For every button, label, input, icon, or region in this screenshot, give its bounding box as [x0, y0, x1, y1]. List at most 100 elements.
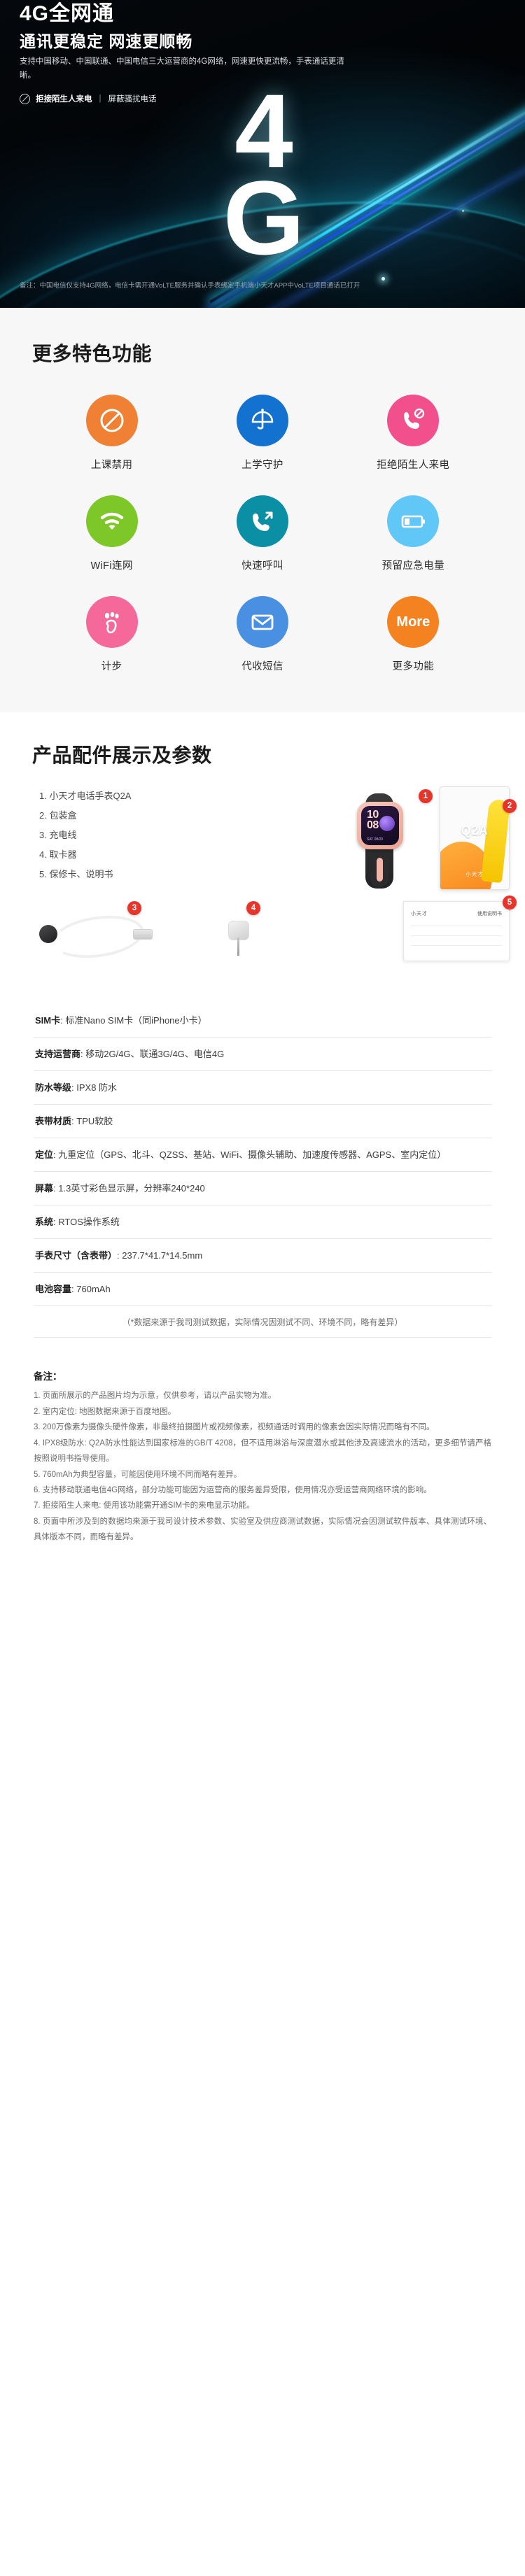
hero-title: 4G全网通 [20, 2, 115, 25]
feature-item-quick-call[interactable]: 快速呼叫 [187, 495, 337, 572]
feature-icon-circle [85, 395, 138, 446]
spec-table: SIM卡: 标准Nano SIM卡（同iPhone小卡） 支持运营商: 移动2G… [34, 1004, 491, 1307]
manual-brand-text: 小天才 [411, 912, 428, 917]
hero-description: 支持中国移动、中国联通、中国电信三大运营商的4G网络，网速更快更流畅，手表通话更… [20, 57, 344, 80]
accessories-showcase: 1. 小天才电话手表Q2A 2. 包装盒 3. 充电线 4. 取卡器 5. 保修… [0, 768, 525, 976]
umbrella-icon [251, 409, 274, 430]
feature-label: 拒绝陌生人来电 [377, 460, 450, 471]
feature-item-reserve-battery[interactable]: 预留应急电量 [338, 495, 489, 572]
feature-icon-circle [85, 495, 138, 547]
spec-key: 电池容量 [35, 1284, 72, 1295]
spec-key: 防水等级 [35, 1082, 72, 1094]
accessories-row-bottom: 3 4 小天才 使用说明书 5 [0, 896, 525, 976]
spec-value: 九重定位（GPS、北斗、QZSS、基站、WiFi、摄像头辅助、加速度传感器、AG… [58, 1149, 447, 1161]
manual-image: 小天才 使用说明书 [403, 901, 510, 961]
table-row: 手表尺寸（含表带）: 237.7*41.7*14.5mm [34, 1239, 491, 1273]
manual-divider [411, 945, 502, 946]
badge-5: 5 [503, 896, 517, 910]
sim-pin-needle [237, 937, 239, 956]
feature-label: 预留应急电量 [382, 560, 445, 572]
battery-icon [402, 515, 426, 528]
watch-date: SAT 08/20 [367, 837, 384, 842]
footprint-icon [104, 611, 119, 634]
spec-value: 标准Nano SIM卡（同iPhone小卡） [65, 1015, 207, 1026]
usb-connector [133, 929, 153, 940]
specs-title: 产品配件展示及参数 [32, 744, 212, 766]
watch-band-accent [377, 858, 383, 882]
watch-wallpaper-orb [379, 816, 395, 831]
list-item: 6. 支持移动联通电信4G网络，部分功能可能因为运营商的服务差异受限，使用情况亦… [34, 1485, 432, 1494]
feature-icon-circle [387, 395, 440, 446]
prohibited-icon [20, 93, 30, 104]
hero-chip-divider: | [99, 94, 102, 103]
table-row: SIM卡: 标准Nano SIM卡（同iPhone小卡） [34, 1004, 491, 1038]
features-title: 更多特色功能 [32, 343, 153, 365]
spec-key: 系统 [35, 1217, 54, 1228]
manual-divider [411, 935, 502, 936]
package-box-image: Q2A 小天才 [440, 786, 510, 890]
list-item: 5. 760mAh为典型容量，可能因使用环境不同而略有差异。 [34, 1470, 242, 1479]
call-out-icon [252, 511, 273, 531]
spec-disclaimer: （*数据来源于我司测试数据，实际情况因测试不同、环境不同，略有差异） [34, 1306, 491, 1338]
call-block-icon [404, 408, 425, 429]
badge-3: 3 [127, 901, 141, 915]
feature-icon-circle [236, 495, 288, 547]
package-box-body: Q2A 小天才 [440, 786, 510, 890]
watch-screen: 10 08 SAT 08/20 [361, 806, 399, 845]
feature-label: 计步 [101, 661, 122, 672]
list-item: 8. 页面中所涉及到的数据均来源于我司设计技术参数、实验室及供应商测试数据，实际… [34, 1517, 491, 1542]
accessories-row-top: 1. 小天才电话手表Q2A 2. 包装盒 3. 充电线 4. 取卡器 5. 保修… [0, 786, 525, 891]
feature-icon-circle: More [387, 596, 440, 648]
spec-value: RTOS操作系统 [58, 1217, 120, 1228]
spec-value: 760mAh [76, 1284, 111, 1295]
feature-item-wifi[interactable]: WiFi连网 [36, 495, 187, 572]
feature-item-class-ban[interactable]: 上课禁用 [36, 395, 187, 472]
list-item: 7. 拒接陌生人来电: 使用该功能需开通SIM卡的来电显示功能。 [34, 1501, 255, 1510]
table-row: 防水等级: IPX8 防水 [34, 1071, 491, 1105]
box-brand-label: 小天才 [465, 871, 484, 877]
feature-label: 上学守护 [241, 460, 284, 471]
badge-4: 4 [246, 901, 260, 915]
manual-title-text: 使用说明书 [477, 912, 502, 917]
feature-label: 代收短信 [241, 661, 284, 672]
spec-key: 定位 [35, 1149, 54, 1161]
table-row: 支持运营商: 移动2G/4G、联通3G/4G、电信4G [34, 1038, 491, 1072]
feature-item-more[interactable]: More 更多功能 [338, 596, 489, 673]
feature-item-pedometer[interactable]: 计步 [36, 596, 187, 673]
feature-icon-circle [387, 495, 440, 547]
hero-subtitle: 通讯更稳定 网速更顺畅 [20, 32, 193, 50]
sim-ejector-image [223, 910, 255, 956]
table-row: 定位: 九重定位（GPS、北斗、QZSS、基站、WiFi、摄像头辅助、加速度传感… [34, 1138, 491, 1173]
feature-icon-circle [236, 596, 288, 648]
list-item: 1. 页面所展示的产品图片均为示意，仅供参考，请以产品实物为准。 [34, 1392, 276, 1401]
envelope-icon [251, 614, 274, 630]
spec-value: 1.3英寸彩色显示屏，分辨率240*240 [58, 1183, 205, 1194]
list-item: 2. 室内定位: 地图数据来源于百度地图。 [34, 1407, 176, 1416]
spec-value: 移动2G/4G、联通3G/4G、电信4G [85, 1049, 225, 1060]
feature-label: WiFi连网 [90, 560, 133, 572]
spec-key: 手表尺寸（含表带） [35, 1250, 118, 1261]
spec-key: 表带材质 [35, 1116, 72, 1127]
spark-dot [462, 210, 464, 212]
feature-icon-circle [236, 395, 288, 446]
feature-item-reject-stranger[interactable]: 拒绝陌生人来电 [338, 395, 489, 472]
specs-section: 产品配件展示及参数 1. 小天才电话手表Q2A 2. 包装盒 3. 充电线 4.… [0, 712, 525, 1345]
table-row: 电池容量: 760mAh [34, 1273, 491, 1307]
features-section: 更多特色功能 上课禁用 上学守护 拒绝陌生人来电 WiFi连网 快速呼叫 预留应… [0, 308, 525, 712]
feature-item-sms-proxy[interactable]: 代收短信 [187, 596, 337, 673]
feature-label: 更多功能 [392, 661, 435, 672]
feature-item-school-guard[interactable]: 上学守护 [187, 395, 337, 472]
features-grid: 上课禁用 上学守护 拒绝陌生人来电 WiFi连网 快速呼叫 预留应急电量 计步 … [0, 395, 525, 673]
hero-feature-chip: 拒接陌生人来电 | 屏蔽骚扰电话 [20, 93, 157, 104]
spec-value: TPU软胶 [76, 1116, 113, 1127]
hero-chip-rest: 屏蔽骚扰电话 [108, 95, 157, 104]
watch-case: 10 08 SAT 08/20 [357, 802, 403, 849]
table-row: 系统: RTOS操作系统 [34, 1205, 491, 1240]
table-row: 屏幕: 1.3英寸彩色显示屏，分辨率240*240 [34, 1172, 491, 1206]
remarks-list: 1. 页面所展示的产品图片均为示意，仅供参考，请以产品实物为准。 2. 室内定位… [34, 1388, 491, 1545]
hero-chip-strong: 拒接陌生人来电 [36, 95, 92, 104]
spec-key: SIM卡 [35, 1015, 61, 1026]
table-row: 表带材质: TPU软胶 [34, 1105, 491, 1139]
cable-wire [49, 910, 147, 963]
charging-cable-image [39, 908, 153, 963]
